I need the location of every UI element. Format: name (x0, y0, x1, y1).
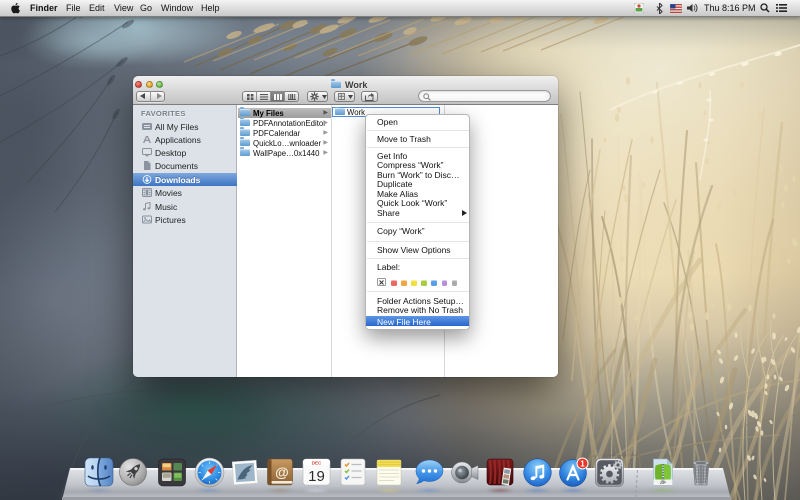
svg-text:@: @ (275, 464, 289, 480)
svg-text:1: 1 (580, 459, 585, 468)
svg-text:DEC: DEC (312, 461, 322, 466)
svg-text:ZIP: ZIP (660, 481, 666, 485)
svg-text:19: 19 (308, 468, 325, 485)
